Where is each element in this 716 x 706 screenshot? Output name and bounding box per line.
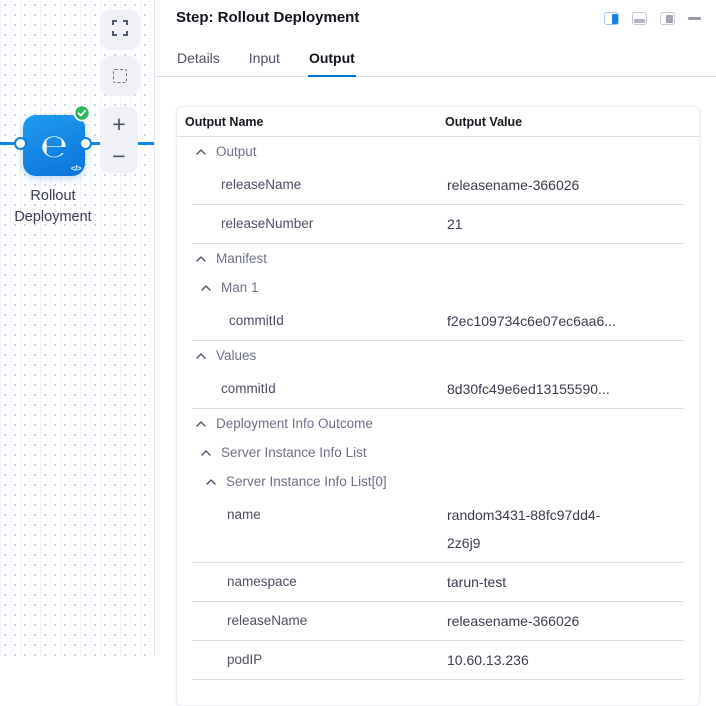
zoom-out-button[interactable]: − bbox=[100, 143, 138, 169]
page-title: Step: Rollout Deployment bbox=[176, 9, 359, 26]
node-input-port[interactable] bbox=[14, 137, 27, 150]
step-output-screen: { "panel": { "title": "Step: Rollout Dep… bbox=[0, 0, 716, 656]
table-row: commitId 8d30fc49e6ed13155590... bbox=[192, 370, 684, 409]
tab-output[interactable]: Output bbox=[308, 50, 356, 77]
output-name: name bbox=[192, 501, 447, 529]
section-row[interactable]: Output bbox=[192, 137, 684, 166]
output-name: namespace bbox=[192, 568, 447, 596]
section-label: Output bbox=[216, 144, 257, 159]
table-row: releaseName releasename-366026 bbox=[192, 602, 684, 641]
minimize-icon[interactable] bbox=[688, 17, 701, 20]
section-row[interactable]: Server Instance Info List bbox=[192, 438, 684, 467]
section-label: Values bbox=[216, 348, 256, 363]
section-row[interactable]: Values bbox=[192, 341, 684, 370]
table-header-row: Output Name Output Value bbox=[177, 107, 699, 137]
output-name: commitId bbox=[192, 307, 447, 335]
chevron-up-icon[interactable] bbox=[196, 421, 206, 427]
success-check-icon bbox=[73, 104, 91, 127]
chevron-up-icon[interactable] bbox=[196, 256, 206, 262]
output-name: releaseNumber bbox=[192, 210, 447, 238]
table-row: name random3431-88fc97dd4-2z6j9 bbox=[192, 496, 684, 563]
output-value: releasename-366026 bbox=[447, 171, 627, 199]
chevron-up-icon[interactable] bbox=[196, 149, 206, 155]
panel-header: Step: Rollout Deployment bbox=[155, 0, 716, 26]
output-table-rows: Output releaseName releasename-366026 re… bbox=[177, 137, 699, 680]
section-label: Server Instance Info List bbox=[221, 445, 367, 460]
layout-float-icon[interactable] bbox=[660, 12, 675, 25]
output-value: f2ec109734c6e07ec6aa6... bbox=[447, 307, 627, 335]
output-name-header: Output Name bbox=[185, 115, 445, 129]
zoom-controls: + − bbox=[100, 107, 138, 173]
harness-logo-icon: ℮ bbox=[40, 130, 67, 162]
chevron-up-icon[interactable] bbox=[201, 450, 211, 456]
zoom-in-button[interactable]: + bbox=[100, 111, 138, 137]
table-row: releaseName releasename-366026 bbox=[192, 166, 684, 205]
section-row[interactable]: Manifest bbox=[192, 244, 684, 273]
section-label: Man 1 bbox=[221, 280, 259, 295]
output-name: releaseName bbox=[192, 171, 447, 199]
table-row: podIP 10.60.13.236 bbox=[192, 641, 684, 680]
output-value: 10.60.13.236 bbox=[447, 646, 627, 674]
section-label: Server Instance Info List[0] bbox=[226, 474, 387, 489]
section-row[interactable]: Deployment Info Outcome bbox=[192, 409, 684, 438]
tab-bar: Details Input Output bbox=[155, 50, 716, 77]
output-name: releaseName bbox=[192, 607, 447, 635]
window-controls bbox=[604, 12, 701, 25]
table-row: releaseNumber 21 bbox=[192, 205, 684, 244]
code-icon: </> bbox=[71, 164, 81, 173]
fullscreen-button[interactable] bbox=[100, 10, 140, 50]
pipeline-canvas[interactable]: + − ℮ </> Rollout Deployment bbox=[0, 0, 154, 656]
node-output-port[interactable] bbox=[79, 137, 92, 150]
output-value: 8d30fc49e6ed13155590... bbox=[447, 375, 627, 403]
layout-bottom-icon[interactable] bbox=[632, 12, 647, 25]
section-row[interactable]: Server Instance Info List[0] bbox=[192, 467, 684, 496]
tab-input[interactable]: Input bbox=[248, 50, 281, 76]
chevron-up-icon[interactable] bbox=[201, 285, 211, 291]
output-value: 21 bbox=[447, 210, 627, 238]
output-value: releasename-366026 bbox=[447, 607, 627, 635]
layout-split-right-icon[interactable] bbox=[604, 12, 619, 25]
section-label: Manifest bbox=[216, 251, 267, 266]
table-row: namespace tarun-test bbox=[192, 563, 684, 602]
output-name: podIP bbox=[192, 646, 447, 674]
node-label: Rollout Deployment bbox=[0, 186, 112, 228]
tab-details[interactable]: Details bbox=[176, 50, 221, 76]
fullscreen-icon bbox=[112, 20, 128, 41]
output-table-card: Output Name Output Value Output releaseN… bbox=[176, 106, 700, 706]
output-value-header: Output Value bbox=[445, 115, 522, 129]
step-details-panel: Step: Rollout Deployment Details Input O… bbox=[155, 0, 716, 656]
output-value: random3431-88fc97dd4-2z6j9 bbox=[447, 501, 627, 557]
output-name: commitId bbox=[192, 375, 447, 403]
output-value: tarun-test bbox=[447, 568, 627, 596]
chevron-up-icon[interactable] bbox=[206, 479, 216, 485]
table-row: commitId f2ec109734c6e07ec6aa6... bbox=[192, 302, 684, 341]
section-label: Deployment Info Outcome bbox=[216, 416, 373, 431]
marquee-select-button[interactable] bbox=[100, 56, 140, 96]
section-row[interactable]: Man 1 bbox=[192, 273, 684, 302]
chevron-up-icon[interactable] bbox=[196, 353, 206, 359]
marquee-select-icon bbox=[113, 69, 127, 83]
